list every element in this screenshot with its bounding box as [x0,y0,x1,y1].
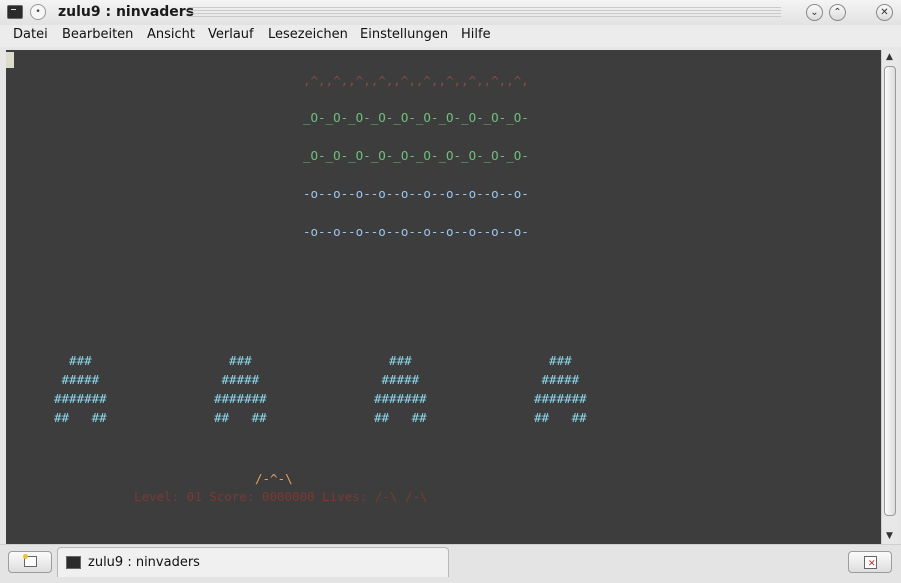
bunker-2-line-4: ## ## [214,410,267,425]
menu-bar: Datei Bearbeiten Ansicht Verlauf Lesezei… [0,25,901,47]
new-tab-icon [23,554,37,567]
window-title: zulu9 : ninvaders [58,4,195,20]
close-tab-icon [864,556,877,569]
scroll-thumb[interactable] [884,66,896,516]
terminal-view[interactable]: ,^,,^,,^,,^,,^,,^,,^,,^,,^,,^, _O-_O-_O-… [6,50,881,544]
vertical-scrollbar[interactable]: ▲ ▼ [881,50,897,544]
bunker-1-line-1: ### [54,353,92,368]
sticky-button[interactable]: • [30,4,46,20]
menu-ansicht[interactable]: Ansicht [147,27,195,42]
terminal-icon [66,556,81,569]
bunker-2-line-2: ##### [214,372,260,387]
maximize-button[interactable]: ⌃ [829,4,846,21]
invader-row-5: -o--o--o--o--o--o--o--o--o--o- [303,224,529,239]
invader-row-1: ,^,,^,,^,,^,,^,,^,,^,,^,,^,,^, [303,73,529,88]
bunker-1-line-2: ##### [54,372,100,387]
scroll-up-arrow[interactable]: ▲ [882,50,897,65]
close-button[interactable]: ✕ [876,4,893,21]
bunker-1-line-3: ####### [54,391,107,406]
bunker-4-line-3: ####### [534,391,587,406]
close-tab-button[interactable] [848,551,892,573]
menu-verlauf[interactable]: Verlauf [208,27,254,42]
new-tab-button[interactable] [8,551,52,573]
menu-bearbeiten[interactable]: Bearbeiten [62,27,133,42]
scroll-down-arrow[interactable]: ▼ [882,529,897,544]
bunker-3-line-4: ## ## [374,410,427,425]
title-bar[interactable]: • zulu9 : ninvaders ⌄ ⌃ ✕ [0,0,901,26]
menu-einstellungen[interactable]: Einstellungen [360,27,448,42]
invader-row-3: _O-_O-_O-_O-_O-_O-_O-_O-_O-_O- [303,148,529,163]
status-line: Level: 01 Score: 0000000 Lives: /-\ /-\ [134,489,428,504]
player-ship: /-^-\ [255,471,293,486]
tab-bar: zulu9 : ninvaders [0,544,901,583]
bunker-1-line-4: ## ## [54,410,107,425]
invader-row-4: -o--o--o--o--o--o--o--o--o--o- [303,186,529,201]
text-cursor [6,52,14,68]
bunker-2-line-1: ### [214,353,252,368]
bunker-4-line-2: ##### [534,372,580,387]
bunker-3-line-1: ### [374,353,412,368]
titlebar-grip [188,7,781,18]
bunker-2-line-3: ####### [214,391,267,406]
bunker-4-line-1: ### [534,353,572,368]
bunker-3-line-3: ####### [374,391,427,406]
tab-label: zulu9 : ninvaders [88,555,200,570]
menu-hilfe[interactable]: Hilfe [461,27,491,42]
minimize-button[interactable]: ⌄ [806,4,823,21]
tab-zulu9-ninvaders[interactable]: zulu9 : ninvaders [57,547,449,577]
invader-row-2: _O-_O-_O-_O-_O-_O-_O-_O-_O-_O- [303,110,529,125]
bunker-3-line-2: ##### [374,372,420,387]
menu-lesezeichen[interactable]: Lesezeichen [268,27,348,42]
bunker-4-line-4: ## ## [534,410,587,425]
menu-datei[interactable]: Datei [13,27,48,42]
terminal-app-icon[interactable] [7,5,23,19]
